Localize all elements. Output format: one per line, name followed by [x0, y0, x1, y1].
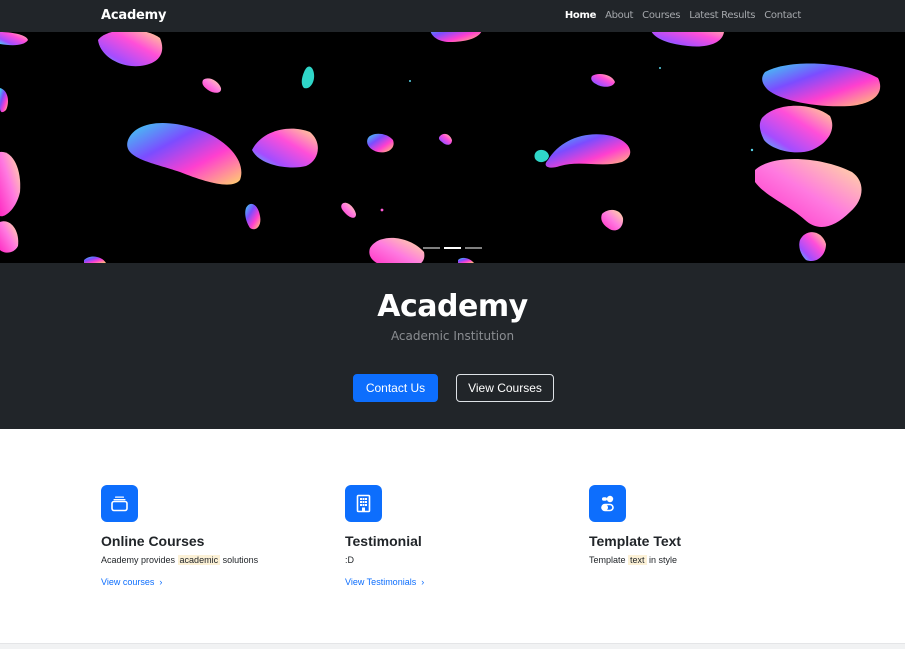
nav-link-latest-results[interactable]: Latest Results: [689, 10, 755, 21]
features-section: Online Courses Academy provides academic…: [0, 429, 905, 643]
hero-section: Academy Academic Institution Contact Us …: [0, 263, 905, 429]
hero-subtitle: Academic Institution: [390, 329, 515, 343]
carousel-indicator[interactable]: [465, 247, 482, 249]
carousel-indicator-active[interactable]: [444, 247, 461, 249]
navbar: Academy Home About Courses Latest Result…: [0, 0, 905, 32]
view-testimonials-link[interactable]: View Testimonials ›: [345, 577, 565, 587]
building-icon: [345, 485, 382, 522]
carousel-indicators: [0, 247, 905, 249]
brand-logo[interactable]: Academy: [101, 8, 166, 23]
collection-icon: [101, 485, 138, 522]
page-bottom-divider: [0, 643, 905, 649]
view-courses-link[interactable]: View courses ›: [101, 577, 321, 587]
chevron-right-icon: ›: [159, 577, 163, 587]
toggles-icon: [589, 485, 626, 522]
view-courses-button[interactable]: View Courses: [456, 374, 554, 402]
feature-title: Testimonial: [345, 533, 422, 549]
feature-testimonial: Testimonial :D View Testimonials ›: [345, 485, 565, 587]
chevron-right-icon: ›: [421, 577, 425, 587]
feature-template-text: Template Text Template text in style: [589, 485, 809, 565]
highlighted-text: text: [628, 555, 647, 565]
hero-carousel[interactable]: [0, 32, 905, 263]
highlighted-text: academic: [177, 555, 221, 565]
feature-text: Template text in style: [589, 555, 678, 565]
feature-text: :D: [345, 555, 354, 565]
feature-text: Academy provides academic solutions: [101, 555, 259, 565]
nav-links: Home About Courses Latest Results Contac…: [565, 10, 801, 21]
contact-us-button[interactable]: Contact Us: [353, 374, 438, 402]
nav-link-contact[interactable]: Contact: [764, 10, 801, 21]
nav-link-courses[interactable]: Courses: [642, 10, 680, 21]
feature-title: Template Text: [589, 533, 682, 549]
nav-link-home[interactable]: Home: [565, 10, 597, 21]
carousel-indicator[interactable]: [423, 247, 440, 249]
carousel-slide-image: [0, 32, 905, 263]
nav-link-about[interactable]: About: [605, 10, 633, 21]
feature-title: Online Courses: [101, 533, 205, 549]
hero-title: Academy: [377, 289, 528, 324]
feature-online-courses: Online Courses Academy provides academic…: [101, 485, 321, 587]
